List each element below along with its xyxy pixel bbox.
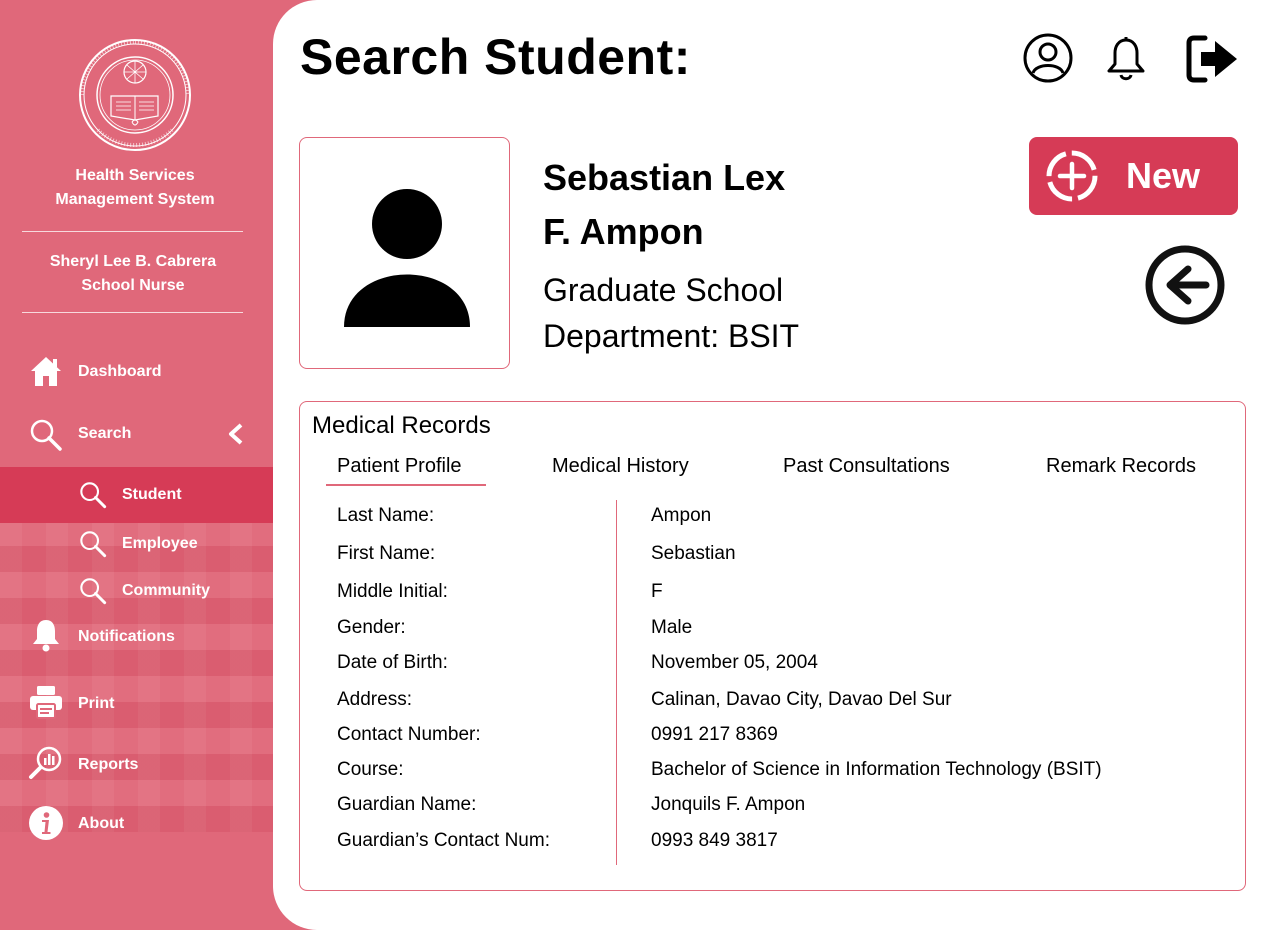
- user-icon[interactable]: [1022, 32, 1074, 84]
- student-photo-frame: [299, 137, 510, 369]
- sidebar-item-label: About: [78, 815, 125, 832]
- field-value-first-name: Sebastian: [651, 543, 736, 564]
- student-school: Graduate School: [543, 272, 784, 308]
- field-label-middle-initial: Middle Initial:: [337, 581, 448, 602]
- page-title: Search Student:: [300, 29, 691, 85]
- university-seal-logo: [79, 39, 191, 151]
- search-icon: [80, 531, 107, 558]
- field-value-course: Bachelor of Science in Information Techn…: [651, 759, 1102, 780]
- new-record-button[interactable]: New: [1029, 137, 1238, 215]
- avatar-placeholder-icon: [344, 189, 470, 327]
- logout-icon[interactable]: [1185, 34, 1241, 84]
- column-divider: [616, 500, 617, 865]
- field-label-last-name: Last Name:: [337, 505, 435, 526]
- sidebar-item-print[interactable]: Print: [0, 679, 273, 729]
- sidebar-item-label: Employee: [122, 535, 198, 552]
- reports-icon: [29, 746, 62, 779]
- printer-icon: [30, 686, 62, 719]
- field-value-date-of-birth: November 05, 2004: [651, 652, 818, 673]
- medical-records-title: Medical Records: [312, 412, 491, 439]
- active-tab-indicator: [326, 484, 486, 486]
- field-label-guardian-contact: Guardian’s Contact Num:: [337, 830, 550, 851]
- chevron-left-icon[interactable]: [226, 422, 246, 446]
- sidebar-divider: [22, 231, 243, 232]
- field-value-guardian-contact: 0993 849 3817: [651, 830, 778, 851]
- tab-past-consultations[interactable]: Past Consultations: [783, 455, 950, 478]
- sidebar-item-label: Reports: [78, 756, 139, 773]
- sidebar-item-label: Community: [122, 582, 210, 599]
- search-icon: [30, 419, 62, 451]
- search-icon: [80, 578, 107, 605]
- search-icon: [80, 482, 107, 509]
- tab-patient-profile[interactable]: Patient Profile: [337, 455, 462, 478]
- student-department: Department: BSIT: [543, 318, 800, 354]
- field-value-last-name: Ampon: [651, 505, 712, 526]
- sidebar-divider: [22, 312, 243, 313]
- back-arrow-icon[interactable]: [1144, 244, 1226, 326]
- student-name-line-1: Sebastian Lex: [543, 157, 786, 198]
- add-circle-icon: [1046, 150, 1098, 202]
- home-icon: [31, 357, 61, 386]
- sidebar-item-notifications[interactable]: Notifications: [0, 612, 273, 662]
- field-label-gender: Gender:: [337, 617, 406, 638]
- sidebar-item-dashboard[interactable]: Dashboard: [0, 347, 273, 397]
- sidebar-item-search[interactable]: Search: [0, 409, 273, 459]
- student-name-line-2: F. Ampon: [543, 211, 704, 252]
- tab-medical-history[interactable]: Medical History: [552, 455, 689, 478]
- field-value-guardian-name: Jonquils F. Ampon: [651, 794, 806, 815]
- new-button-label: New: [1126, 155, 1201, 196]
- sidebar-item-label: Student: [122, 486, 182, 503]
- field-value-gender: Male: [651, 617, 693, 638]
- field-value-contact-number: 0991 217 8369: [651, 724, 778, 745]
- field-label-address: Address:: [337, 689, 412, 710]
- field-label-guardian-name: Guardian Name:: [337, 794, 477, 815]
- sidebar-item-label: Dashboard: [78, 363, 162, 380]
- system-title-line-2: Management System: [55, 191, 215, 208]
- field-label-contact-number: Contact Number:: [337, 724, 481, 745]
- field-label-first-name: First Name:: [337, 543, 436, 564]
- system-title: Health Services Management System: [0, 164, 270, 212]
- user-name: Sheryl Lee B. Cabrera: [49, 253, 217, 270]
- sidebar-item-about[interactable]: About: [0, 799, 273, 849]
- sidebar-item-community[interactable]: Community: [0, 566, 273, 616]
- field-label-date-of-birth: Date of Birth:: [337, 652, 448, 673]
- sidebar-item-reports[interactable]: Reports: [0, 740, 273, 790]
- sidebar-item-label: Print: [78, 695, 115, 712]
- sidebar-item-student[interactable]: Student: [0, 467, 273, 523]
- system-title-line-1: Health Services: [75, 167, 195, 184]
- info-icon: [29, 806, 63, 840]
- field-value-middle-initial: F: [651, 581, 663, 602]
- sidebar-item-employee[interactable]: Employee: [0, 519, 273, 569]
- sidebar-item-label: Notifications: [78, 628, 175, 645]
- field-value-address: Calinan, Davao City, Davao Del Sur: [651, 689, 952, 710]
- bell-icon: [33, 620, 59, 652]
- tab-remark-records[interactable]: Remark Records: [1046, 455, 1196, 478]
- field-label-course: Course:: [337, 759, 404, 780]
- bell-icon[interactable]: [1104, 36, 1148, 82]
- user-role: School Nurse: [81, 277, 185, 294]
- sidebar-item-label: Search: [78, 425, 132, 442]
- user-info: Sheryl Lee B. Cabrera School Nurse: [0, 250, 266, 298]
